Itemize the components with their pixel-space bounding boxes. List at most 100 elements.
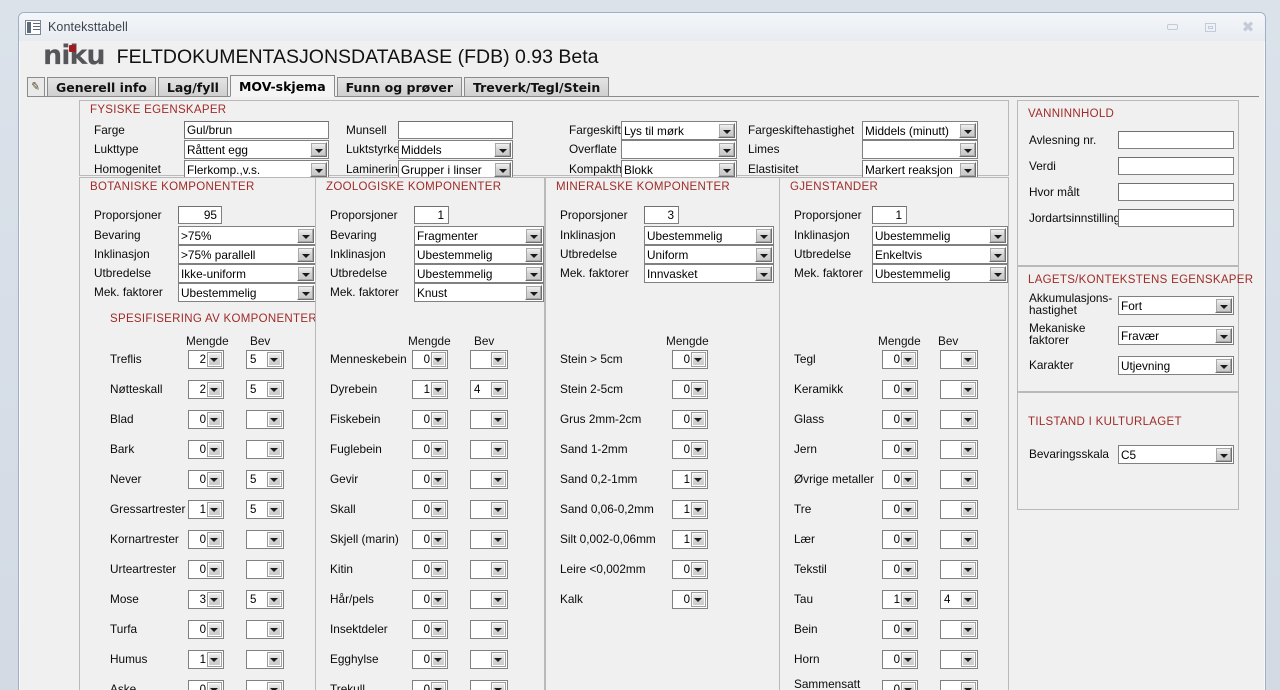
mengde-combo[interactable]: 1 xyxy=(672,530,708,549)
mengde-combo[interactable]: 0 xyxy=(412,500,448,519)
combo-gjenstander-inklinasjon[interactable]: Ubestemmelig xyxy=(872,226,1008,245)
chevron-down-icon[interactable] xyxy=(961,352,976,367)
bev-combo[interactable]: 5 xyxy=(246,350,284,369)
bev-combo[interactable]: 5 xyxy=(246,380,284,399)
chevron-down-icon[interactable] xyxy=(961,532,976,547)
input-gjenstander-proporsjoner[interactable]: 1 xyxy=(872,206,907,224)
chevron-down-icon[interactable] xyxy=(901,442,916,457)
chevron-down-icon[interactable] xyxy=(491,412,506,427)
chevron-down-icon[interactable] xyxy=(207,532,222,547)
pin-icon[interactable] xyxy=(27,77,45,96)
chevron-down-icon[interactable] xyxy=(267,442,282,457)
bev-combo[interactable] xyxy=(470,410,508,429)
mengde-combo[interactable]: 0 xyxy=(882,440,918,459)
bev-combo[interactable]: 5 xyxy=(246,500,284,519)
chevron-down-icon[interactable] xyxy=(267,562,282,577)
bev-combo[interactable] xyxy=(246,620,284,639)
mengde-combo[interactable]: 2 xyxy=(188,380,224,399)
combo-zoologiske-bevaring[interactable]: Fragmenter xyxy=(414,226,544,245)
chevron-down-icon[interactable] xyxy=(718,123,735,138)
bev-combo[interactable] xyxy=(470,350,508,369)
bev-combo[interactable] xyxy=(246,410,284,429)
mengde-combo[interactable]: 0 xyxy=(882,560,918,579)
mengde-combo[interactable]: 0 xyxy=(672,440,708,459)
bev-combo[interactable] xyxy=(940,440,978,459)
chevron-down-icon[interactable] xyxy=(691,502,706,517)
bev-combo[interactable] xyxy=(940,410,978,429)
bev-combo[interactable]: 5 xyxy=(246,470,284,489)
chevron-down-icon[interactable] xyxy=(1215,358,1232,373)
chevron-down-icon[interactable] xyxy=(267,502,282,517)
chevron-down-icon[interactable] xyxy=(491,562,506,577)
minimize-button[interactable] xyxy=(1163,18,1181,36)
chevron-down-icon[interactable] xyxy=(961,562,976,577)
chevron-down-icon[interactable] xyxy=(267,532,282,547)
chevron-down-icon[interactable] xyxy=(1215,298,1232,313)
bev-combo[interactable] xyxy=(246,650,284,669)
chevron-down-icon[interactable] xyxy=(207,442,222,457)
combo-lukttype[interactable]: Råttent egg xyxy=(184,140,329,159)
bev-combo[interactable] xyxy=(470,650,508,669)
chevron-down-icon[interactable] xyxy=(297,266,314,281)
chevron-down-icon[interactable] xyxy=(491,682,506,690)
mengde-combo[interactable]: 1 xyxy=(882,590,918,609)
mengde-combo[interactable]: 0 xyxy=(882,500,918,519)
chevron-down-icon[interactable] xyxy=(755,266,772,281)
chevron-down-icon[interactable] xyxy=(267,412,282,427)
mengde-combo[interactable]: 1 xyxy=(672,500,708,519)
chevron-down-icon[interactable] xyxy=(691,472,706,487)
mengde-combo[interactable]: 0 xyxy=(412,470,448,489)
combo-gjenstander-mek-faktorer[interactable]: Ubestemmelig xyxy=(872,264,1008,283)
mengde-combo[interactable]: 0 xyxy=(882,470,918,489)
chevron-down-icon[interactable] xyxy=(755,228,772,243)
chevron-down-icon[interactable] xyxy=(207,472,222,487)
chevron-down-icon[interactable] xyxy=(207,562,222,577)
tab-generell-info[interactable]: Generell info xyxy=(47,77,156,96)
chevron-down-icon[interactable] xyxy=(691,382,706,397)
chevron-down-icon[interactable] xyxy=(431,502,446,517)
chevron-down-icon[interactable] xyxy=(207,622,222,637)
chevron-down-icon[interactable] xyxy=(961,472,976,487)
chevron-down-icon[interactable] xyxy=(491,532,506,547)
bev-combo[interactable] xyxy=(940,500,978,519)
tab-mov-skjema[interactable]: MOV-skjema xyxy=(229,75,335,97)
mengde-combo[interactable]: 0 xyxy=(882,530,918,549)
chevron-down-icon[interactable] xyxy=(267,622,282,637)
chevron-down-icon[interactable] xyxy=(491,592,506,607)
chevron-down-icon[interactable] xyxy=(297,285,314,300)
input-farge[interactable]: Gul/brun xyxy=(184,121,329,139)
input-munsell[interactable] xyxy=(398,121,513,139)
bev-combo[interactable] xyxy=(470,470,508,489)
chevron-down-icon[interactable] xyxy=(491,622,506,637)
input-verdi[interactable] xyxy=(1118,157,1234,175)
mengde-combo[interactable]: 0 xyxy=(188,470,224,489)
mengde-combo[interactable]: 0 xyxy=(188,680,224,690)
chevron-down-icon[interactable] xyxy=(525,247,542,262)
mengde-combo[interactable]: 0 xyxy=(882,680,918,690)
mengde-combo[interactable]: 1 xyxy=(188,650,224,669)
chevron-down-icon[interactable] xyxy=(691,532,706,547)
chevron-down-icon[interactable] xyxy=(961,502,976,517)
chevron-down-icon[interactable] xyxy=(989,266,1006,281)
input-zoologiske-proporsjoner[interactable]: 1 xyxy=(414,206,449,224)
chevron-down-icon[interactable] xyxy=(491,442,506,457)
mengde-combo[interactable]: 0 xyxy=(672,560,708,579)
mengde-combo[interactable]: 0 xyxy=(882,620,918,639)
bev-combo[interactable] xyxy=(940,350,978,369)
input-mineralske-proporsjoner[interactable]: 3 xyxy=(644,206,679,224)
chevron-down-icon[interactable] xyxy=(267,592,282,607)
mengde-combo[interactable]: 0 xyxy=(412,440,448,459)
chevron-down-icon[interactable] xyxy=(207,382,222,397)
mengde-combo[interactable]: 1 xyxy=(672,470,708,489)
bev-combo[interactable] xyxy=(470,620,508,639)
chevron-down-icon[interactable] xyxy=(961,442,976,457)
chevron-down-icon[interactable] xyxy=(491,502,506,517)
bev-combo[interactable] xyxy=(470,680,508,690)
combo-luktstyrke[interactable]: Middels xyxy=(398,140,513,159)
chevron-down-icon[interactable] xyxy=(207,682,222,690)
chevron-down-icon[interactable] xyxy=(1215,328,1232,343)
chevron-down-icon[interactable] xyxy=(901,382,916,397)
chevron-down-icon[interactable] xyxy=(989,247,1006,262)
bev-combo[interactable] xyxy=(470,560,508,579)
tab-funn-og-prover[interactable]: Funn og prøver xyxy=(336,77,462,96)
